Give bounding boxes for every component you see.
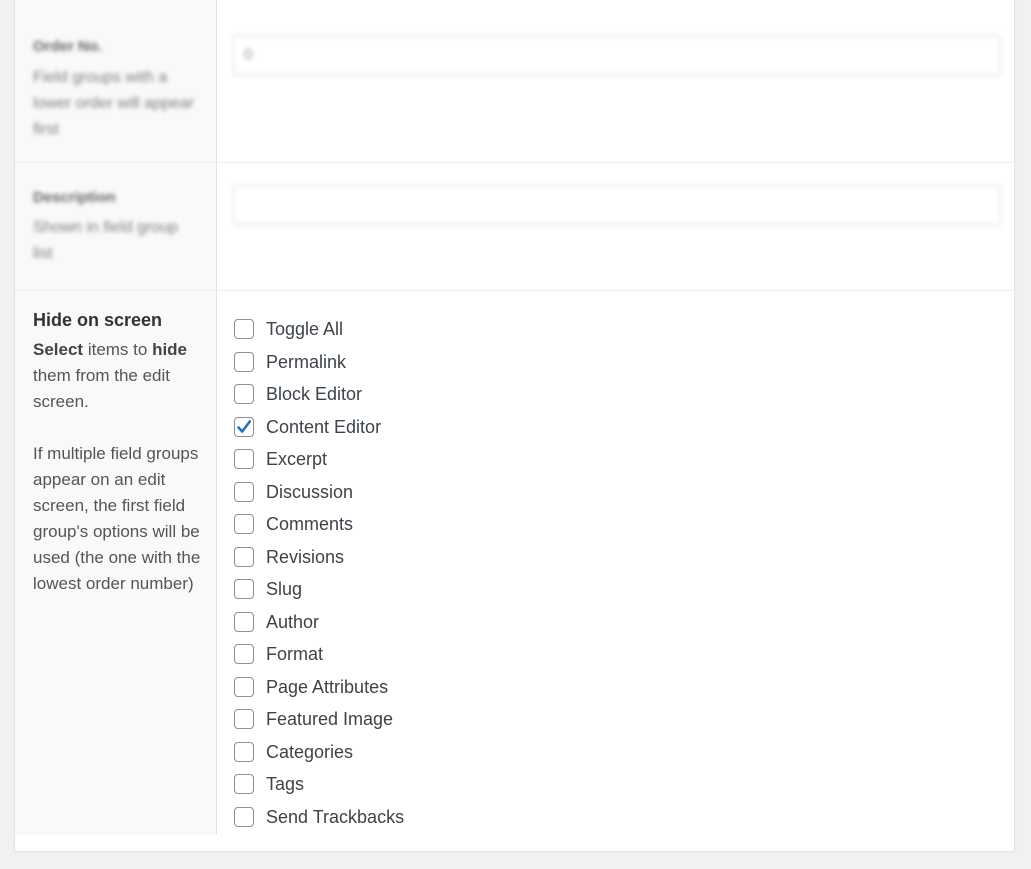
- order-no-label: Order No.: [33, 38, 103, 55]
- checkbox-item-discussion[interactable]: Discussion: [234, 476, 404, 509]
- checkbox-label[interactable]: Send Trackbacks: [266, 807, 404, 827]
- checkbox-label[interactable]: Discussion: [266, 482, 353, 502]
- checkbox-label[interactable]: Featured Image: [266, 709, 393, 729]
- checkbox[interactable]: [234, 774, 254, 795]
- checkbox-item-content-editor[interactable]: Content Editor: [234, 411, 404, 444]
- checkbox-item-format[interactable]: Format: [234, 638, 404, 671]
- checkbox-item-permalink[interactable]: Permalink: [234, 346, 404, 379]
- checkbox[interactable]: [234, 514, 254, 535]
- hide-on-screen-label: Hide on screen: [33, 310, 163, 330]
- order-no-row: Order No. Field groups with a lower orde…: [15, 0, 1016, 162]
- hide-desc-items-to: items to: [83, 340, 153, 359]
- checkbox[interactable]: [234, 709, 254, 730]
- checkbox[interactable]: [234, 481, 254, 502]
- description-row: Description Shown in field group list: [15, 162, 1016, 290]
- checkbox[interactable]: [234, 806, 254, 827]
- checkmark-icon: [237, 419, 252, 433]
- order-no-input[interactable]: 0: [233, 35, 1001, 75]
- order-no-content: 0: [217, 0, 1016, 162]
- checkbox-label[interactable]: Page Attributes: [266, 677, 388, 697]
- checkbox-label[interactable]: Revisions: [266, 547, 344, 567]
- checkbox-label[interactable]: Permalink: [266, 352, 346, 372]
- checkbox[interactable]: [234, 644, 254, 665]
- hide-desc-rest: them from the edit screen.: [33, 366, 171, 411]
- checkbox-label[interactable]: Toggle All: [266, 319, 343, 339]
- hide-on-screen-row: Hide on screen Select items to hide them…: [15, 290, 1016, 835]
- checkbox-item-slug[interactable]: Slug: [234, 573, 404, 606]
- checkbox[interactable]: [234, 579, 254, 600]
- hide-desc-hide: hide: [152, 340, 188, 359]
- checkbox-item-featured-image[interactable]: Featured Image: [234, 703, 404, 736]
- checkbox-label[interactable]: Format: [266, 644, 323, 664]
- description-label: Description: [33, 189, 116, 206]
- hide-on-screen-label-col: Hide on screen Select items to hide them…: [15, 291, 217, 835]
- checkbox-item-block-editor[interactable]: Block Editor: [234, 378, 404, 411]
- checkbox-label[interactable]: Categories: [266, 742, 353, 762]
- description-content: [217, 163, 1016, 290]
- checkbox[interactable]: [234, 676, 254, 697]
- order-no-label-col: Order No. Field groups with a lower orde…: [15, 0, 217, 162]
- checkbox-item-send-trackbacks[interactable]: Send Trackbacks: [234, 801, 404, 834]
- checkbox[interactable]: [234, 546, 254, 567]
- checkbox[interactable]: [234, 319, 254, 340]
- checkbox-item-excerpt[interactable]: Excerpt: [234, 443, 404, 476]
- checkbox[interactable]: [234, 384, 254, 405]
- checkbox-label[interactable]: Excerpt: [266, 449, 327, 469]
- hide-on-screen-content: Toggle All Permalink Block Editor Content E…: [217, 291, 1016, 835]
- checkbox-label[interactable]: Tags: [266, 774, 304, 794]
- description-label-col: Description Shown in field group list: [15, 163, 217, 290]
- checkbox[interactable]: [234, 449, 254, 470]
- checkbox[interactable]: [234, 351, 254, 372]
- hide-desc-para2: If multiple field groups appear on an ed…: [33, 444, 201, 593]
- checkbox-label[interactable]: Comments: [266, 514, 353, 534]
- checkbox-label[interactable]: Author: [266, 612, 319, 632]
- hide-desc-select: Select: [33, 340, 84, 359]
- checkbox-label[interactable]: Block Editor: [266, 384, 362, 404]
- checkbox-item-revisions[interactable]: Revisions: [234, 541, 404, 574]
- hide-on-screen-checkbox-list: Toggle All Permalink Block Editor Content E…: [234, 313, 404, 833]
- checkbox-item-categories[interactable]: Categories: [234, 736, 404, 769]
- checkbox-item-page-attributes[interactable]: Page Attributes: [234, 671, 404, 704]
- checkbox[interactable]: [234, 611, 254, 632]
- field-group-settings-panel: Order No. Field groups with a lower orde…: [14, 0, 1016, 852]
- checkbox[interactable]: [234, 416, 254, 437]
- description-input[interactable]: [233, 185, 1001, 225]
- checkbox-item-author[interactable]: Author: [234, 606, 404, 639]
- checkbox-item-tags[interactable]: Tags: [234, 768, 404, 801]
- hide-desc-para1: Select items to hide them from the edit …: [33, 337, 209, 415]
- checkbox-label[interactable]: Slug: [266, 579, 302, 599]
- hide-on-screen-description: Select items to hide them from the edit …: [33, 337, 209, 623]
- checkbox-item-comments[interactable]: Comments: [234, 508, 404, 541]
- order-no-description: Field groups with a lower order will app…: [33, 69, 194, 138]
- description-help: Shown in field group list: [33, 219, 178, 262]
- checkbox-label[interactable]: Content Editor: [266, 417, 381, 437]
- checkbox[interactable]: [234, 741, 254, 762]
- checkbox-item-toggle-all[interactable]: Toggle All: [234, 313, 404, 346]
